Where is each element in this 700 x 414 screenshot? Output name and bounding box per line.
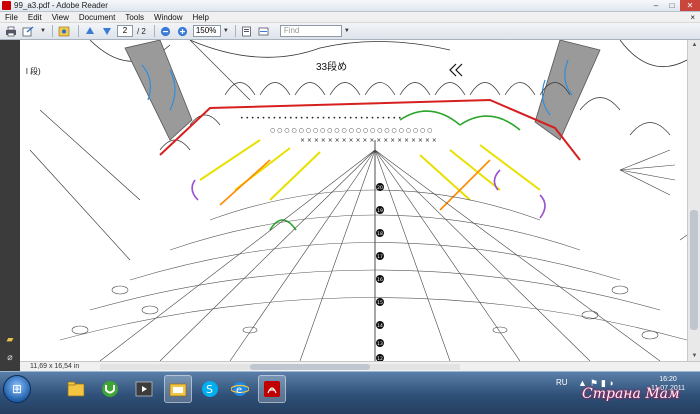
windows-explorer-icon[interactable] (62, 375, 90, 403)
share-icon[interactable] (21, 25, 35, 38)
page-number-input[interactable]: 2 (116, 25, 133, 37)
row-marker-label: 13 (377, 341, 383, 347)
toolbar-divider (77, 25, 79, 37)
horizontal-scrollbar[interactable] (100, 364, 460, 370)
attachment-icon[interactable]: ⌀ (4, 352, 16, 362)
row-marker-label: 20 (377, 185, 383, 191)
svg-text:• • • • • • • • • • • • • • •: • • • • • • • • • • • • • • • • • • • • … (240, 115, 401, 122)
row-marker-label: 17 (377, 254, 383, 260)
chevron-down-icon[interactable]: ▼ (40, 28, 46, 34)
row-marker-label: 14 (377, 323, 383, 329)
maximize-button[interactable]: □ (664, 0, 680, 11)
find-input[interactable]: Find (279, 25, 342, 37)
watermark: Страна Мам (582, 386, 680, 402)
menu-file[interactable]: File (0, 12, 23, 23)
zoom-out-icon[interactable] (159, 25, 173, 38)
toolbar-divider (51, 25, 53, 37)
side-note: l 段) (26, 67, 41, 76)
row-marker-label: 16 (377, 277, 383, 283)
fit-page-icon[interactable] (240, 25, 254, 38)
window-controls: – □ ✕ (648, 0, 700, 11)
row-heading: 33段め (316, 62, 348, 73)
media-player-icon[interactable] (130, 375, 158, 403)
document-view[interactable]: × × × × × × × × × × × × × × × × × × × × … (20, 40, 687, 361)
vertical-scrollbar[interactable]: ▲ ▼ (687, 40, 700, 361)
next-page-icon[interactable] (100, 25, 114, 38)
menu-bar: File Edit View Document Tools Window Hel… (0, 12, 700, 23)
toolbar-divider (153, 25, 155, 37)
menu-window[interactable]: Window (149, 12, 187, 23)
navigation-panel: ▰ ⌀ (0, 40, 20, 371)
menu-edit[interactable]: Edit (23, 12, 47, 23)
left-gray-band (124, 40, 193, 141)
chevron-down-icon[interactable]: ▼ (344, 28, 350, 34)
comment-icon[interactable]: ▰ (4, 334, 16, 344)
zoom-level-input[interactable]: 150% (192, 25, 221, 37)
scroll-thumb[interactable] (250, 364, 370, 370)
chevron-down-icon[interactable]: ▼ (223, 28, 229, 34)
scroll-up-icon[interactable]: ▲ (688, 40, 700, 50)
row-marker-label: 19 (377, 208, 383, 214)
menu-tools[interactable]: Tools (120, 12, 149, 23)
close-document-button[interactable]: × (685, 12, 700, 23)
svg-text:○ ○ ○ ○ ○ ○ ○ ○ ○ ○ ○ ○ ○ ○ ○: ○ ○ ○ ○ ○ ○ ○ ○ ○ ○ ○ ○ ○ ○ ○ ○ ○ ○ ○ ○ … (270, 127, 432, 134)
language-indicator[interactable]: RU (556, 378, 568, 387)
window-title: 99_a3.pdf - Adobe Reader (14, 1, 108, 10)
adobe-reader-icon[interactable] (258, 375, 286, 403)
status-bar: 11,69 x 16,54 in (20, 361, 700, 371)
title-bar: 99_a3.pdf - Adobe Reader – □ ✕ (0, 0, 700, 12)
internet-explorer-icon[interactable]: e (226, 375, 254, 403)
toolbar: ▼ 2 / 2 150% ▼ Find ▼ (0, 23, 700, 40)
start-button[interactable]: ⊞ (3, 375, 31, 403)
menu-document[interactable]: Document (74, 12, 120, 23)
menu-help[interactable]: Help (188, 12, 214, 23)
skype-icon[interactable]: S (196, 375, 224, 403)
toolbar-divider (234, 25, 236, 37)
scroll-down-icon[interactable]: ▼ (688, 351, 700, 361)
row-marker-label: 18 (377, 231, 383, 237)
svg-text:e: e (236, 385, 242, 396)
clock-time: 16:20 (659, 376, 677, 383)
right-gray-band (534, 40, 601, 141)
crochet-chart: × × × × × × × × × × × × × × × × × × × × … (29, 40, 687, 361)
adobe-reader-icon (2, 1, 11, 10)
scroll-thumb[interactable] (690, 210, 698, 330)
hand-tool-icon[interactable] (57, 25, 71, 38)
page-total: / 2 (136, 26, 146, 36)
row-marker-label: 15 (377, 300, 383, 306)
utorrent-icon[interactable] (96, 375, 124, 403)
fit-width-icon[interactable] (257, 25, 271, 38)
svg-text:S: S (206, 383, 213, 396)
page-size: 11,69 x 16,54 in (30, 363, 80, 370)
menu-view[interactable]: View (47, 12, 74, 23)
minimize-button[interactable]: – (648, 0, 664, 11)
svg-text:× × × × × × × × × × × × × × ×: × × × × × × × × × × × × × × × × × × × × (300, 137, 437, 144)
close-button[interactable]: ✕ (680, 0, 700, 11)
file-manager-icon[interactable] (164, 375, 192, 403)
zoom-in-icon[interactable] (176, 25, 190, 38)
print-icon[interactable] (4, 25, 18, 38)
previous-page-icon[interactable] (83, 25, 97, 38)
